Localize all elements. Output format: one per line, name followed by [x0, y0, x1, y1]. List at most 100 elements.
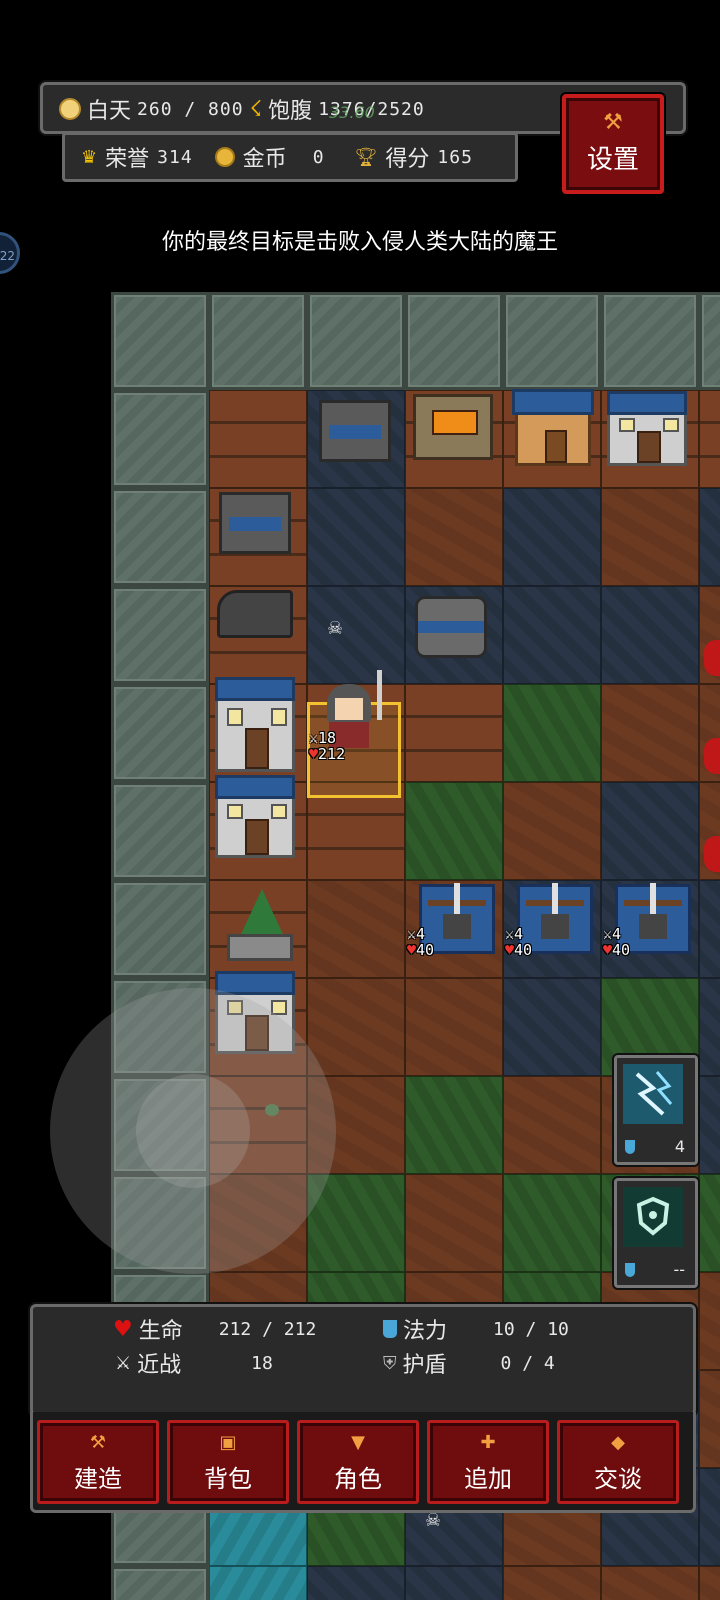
- floor-tile: [405, 1566, 503, 1600]
- score-bar: ♛ 荣誉 314 金币 0 🏆︎ 得分 165: [62, 132, 518, 182]
- stone-wall-tile: [601, 292, 699, 390]
- floor-tile: [307, 488, 405, 586]
- crossbow-hp: 40: [612, 941, 631, 959]
- melee-value: 18: [251, 1352, 273, 1374]
- blade-icon: ⚔: [115, 1352, 132, 1374]
- stone-wall-tile: [405, 292, 503, 390]
- crossbow-attack-row: ⚔4: [407, 926, 434, 942]
- water-tile: [209, 1566, 307, 1600]
- goal-text: 你的最终目标是击败入侵人类大陆的魔王: [161, 230, 558, 255]
- tower-building[interactable]: [215, 677, 295, 772]
- house-building[interactable]: [607, 391, 687, 466]
- crossbow-base: [541, 913, 569, 940]
- stone-wall-tile: [209, 292, 307, 390]
- floor-tile: [699, 1076, 720, 1174]
- enemy-marker[interactable]: [704, 640, 720, 676]
- shield-stat: ⛨ 护盾 0 / 4: [383, 1347, 555, 1379]
- heart-icon: ♥: [309, 745, 319, 763]
- floor-tile: [503, 978, 601, 1076]
- hero-hp-row: ♥212: [309, 746, 345, 762]
- heart-icon: ♥: [505, 941, 515, 959]
- floor-tile: [405, 1076, 503, 1174]
- floor-tile: [699, 880, 720, 978]
- floor-tile: [307, 880, 405, 978]
- floor-tile: [503, 586, 601, 684]
- score-row: ♛ 荣誉 314 金币 0 🏆︎ 得分 165: [81, 141, 473, 173]
- life-stat: ♥ 生命 212 / 212: [113, 1313, 316, 1345]
- floor-tile: [503, 1566, 601, 1600]
- workbench-building[interactable]: [319, 400, 391, 462]
- sun-icon: [59, 98, 81, 120]
- hero-stats: ⚔18 ♥212: [309, 730, 345, 762]
- enemy-marker[interactable]: [704, 738, 720, 774]
- house-door: [244, 819, 270, 855]
- floor-tile: [405, 782, 503, 880]
- cabin-building[interactable]: [512, 389, 594, 466]
- hammer-icon: ⚒: [603, 110, 623, 135]
- heart-icon: ♥: [603, 941, 613, 959]
- build-icon: ⚒: [89, 1432, 107, 1453]
- lightning-icon: [623, 1064, 683, 1124]
- mana-value: 10 / 10: [493, 1318, 569, 1340]
- enemy-marker[interactable]: [704, 836, 720, 872]
- spell-cost: --: [625, 1260, 685, 1279]
- tree-planter[interactable]: [219, 884, 295, 964]
- tower-building[interactable]: [215, 775, 295, 858]
- floor-tile: [503, 1076, 601, 1174]
- build-button[interactable]: ⚒ 建造: [37, 1420, 159, 1504]
- score-value: 165: [437, 146, 473, 168]
- day-value: 260 / 800: [137, 98, 244, 120]
- action-bar: ⚒ 建造 ▣ 背包 ▼ 角色 ✚ 追加 ◆ 交谈: [30, 1412, 696, 1513]
- shield-value: 0 / 4: [500, 1352, 555, 1374]
- character-label: 角色: [334, 1465, 382, 1493]
- crossbow-stats: ⚔4 ♥40: [407, 926, 434, 958]
- crossbow-hp: 40: [514, 941, 533, 959]
- backpack-label: 背包: [204, 1465, 252, 1493]
- floor-tile: [699, 1566, 720, 1600]
- crossbow-stats: ⚔4 ♥40: [505, 926, 532, 958]
- joystick-knob[interactable]: [136, 1074, 250, 1188]
- house-door: [636, 431, 662, 463]
- anvil-building[interactable]: [217, 590, 293, 638]
- crossbow-hp: 40: [416, 941, 435, 959]
- character-button[interactable]: ▼ 角色: [297, 1420, 419, 1504]
- virtual-joystick[interactable]: [50, 988, 336, 1274]
- life-label: 生命: [138, 1319, 183, 1344]
- talk-button[interactable]: ◆ 交谈: [557, 1420, 679, 1504]
- hunger-icon: ☇: [249, 96, 263, 122]
- floor-tile: [405, 978, 503, 1076]
- floor-tile: [503, 1174, 601, 1272]
- honor-value: 314: [157, 146, 193, 168]
- crossbow-attack-row: ⚔4: [505, 926, 532, 942]
- floor-tile: [601, 488, 699, 586]
- cabin-door: [544, 430, 567, 463]
- talk-label: 交谈: [594, 1465, 642, 1493]
- spell-card-lightning[interactable]: 4: [614, 1055, 698, 1165]
- stone-wall-tile: [503, 292, 601, 390]
- stone-wall-tile: [699, 292, 720, 390]
- furnace-building[interactable]: [413, 394, 493, 460]
- house-window: [663, 417, 680, 433]
- settings-button[interactable]: ⚒ 设置: [562, 94, 664, 194]
- add-button[interactable]: ✚ 追加: [427, 1420, 549, 1504]
- hunger-ghost-text: 33.60: [329, 103, 375, 122]
- coin-icon: [214, 147, 235, 167]
- floor-tile: [699, 1174, 720, 1272]
- tree-leaves: [238, 888, 286, 941]
- floor-tile: [503, 684, 601, 782]
- tool-bench-building[interactable]: [219, 492, 291, 554]
- stone-wall-tile: [111, 390, 209, 488]
- heart-icon: ♥: [113, 1316, 133, 1342]
- backpack-button[interactable]: ▣ 背包: [167, 1420, 289, 1504]
- hunger-label: 饱腹: [268, 99, 313, 124]
- cauldron-building[interactable]: [415, 596, 487, 658]
- spell-cost-value: --: [673, 1260, 685, 1279]
- floor-tile: [699, 1468, 720, 1566]
- character-icon: ▼: [351, 1432, 365, 1453]
- shield-icon: ⛨: [383, 1352, 397, 1374]
- heart-icon: ♥: [407, 941, 417, 959]
- crossbow-base: [443, 913, 471, 940]
- spell-card-shield[interactable]: --: [614, 1178, 698, 1288]
- furnace-fire: [432, 410, 478, 435]
- gold-value: 0: [312, 146, 325, 168]
